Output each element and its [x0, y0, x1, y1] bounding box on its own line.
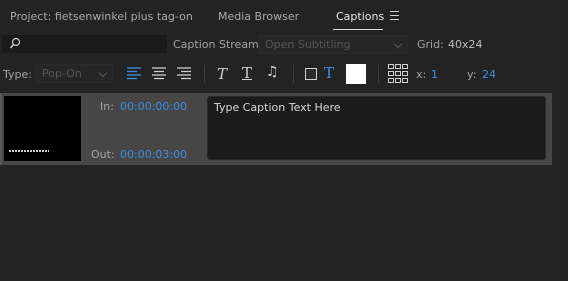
- tab-media-browser[interactable]: Media Browser: [218, 10, 299, 23]
- tab-project[interactable]: Project: fietsenwinkel plus tag-on: [10, 10, 193, 23]
- text-color-icon[interactable]: T: [324, 64, 334, 82]
- align-right-icon[interactable]: [177, 66, 192, 82]
- active-tab-indicator: [333, 29, 383, 30]
- music-note-icon[interactable]: ♫: [266, 64, 279, 80]
- in-timecode[interactable]: 00:00:00:00: [120, 100, 187, 113]
- grid-label: Grid:: [417, 38, 444, 51]
- search-icon: [9, 37, 21, 49]
- x-value-field[interactable]: 1: [431, 68, 438, 81]
- y-value-field[interactable]: 24: [482, 68, 496, 81]
- y-label: y:: [467, 68, 477, 81]
- caption-stream-value: Open Subtitling: [265, 38, 351, 51]
- in-label: In:: [100, 100, 114, 113]
- align-left-icon[interactable]: [127, 66, 142, 82]
- type-label: Type:: [3, 68, 32, 81]
- type-select[interactable]: Pop-On: [35, 64, 113, 83]
- chevron-down-icon: [98, 68, 108, 78]
- thumbnail-caption-preview: [9, 150, 49, 152]
- caption-stream-label: Caption Stream:: [173, 38, 263, 51]
- x-label: x:: [416, 68, 427, 81]
- toolbar-separator: [293, 65, 294, 83]
- grid-value: 40x24: [448, 38, 483, 51]
- caption-stream-select[interactable]: Open Subtitling: [258, 35, 408, 54]
- toolbar-separator: [204, 65, 205, 83]
- chevron-down-icon: [393, 39, 403, 49]
- underline-icon[interactable]: T: [242, 64, 252, 82]
- tab-captions[interactable]: Captions: [336, 10, 384, 23]
- toolbar-separator: [378, 65, 379, 83]
- italic-icon[interactable]: T: [217, 65, 227, 83]
- caption-row-edge: [0, 93, 2, 165]
- out-label: Out:: [91, 148, 115, 161]
- type-value: Pop-On: [42, 67, 82, 80]
- out-timecode[interactable]: 00:00:03:00: [120, 148, 187, 161]
- search-input[interactable]: [2, 35, 167, 53]
- color-swatch[interactable]: [346, 64, 366, 84]
- caption-text-field[interactable]: Type Caption Text Here: [207, 96, 546, 160]
- position-grid-icon[interactable]: [388, 64, 409, 84]
- background-color-icon[interactable]: [305, 68, 317, 80]
- hamburger-menu-icon[interactable]: [390, 11, 399, 20]
- align-center-icon[interactable]: [152, 66, 167, 82]
